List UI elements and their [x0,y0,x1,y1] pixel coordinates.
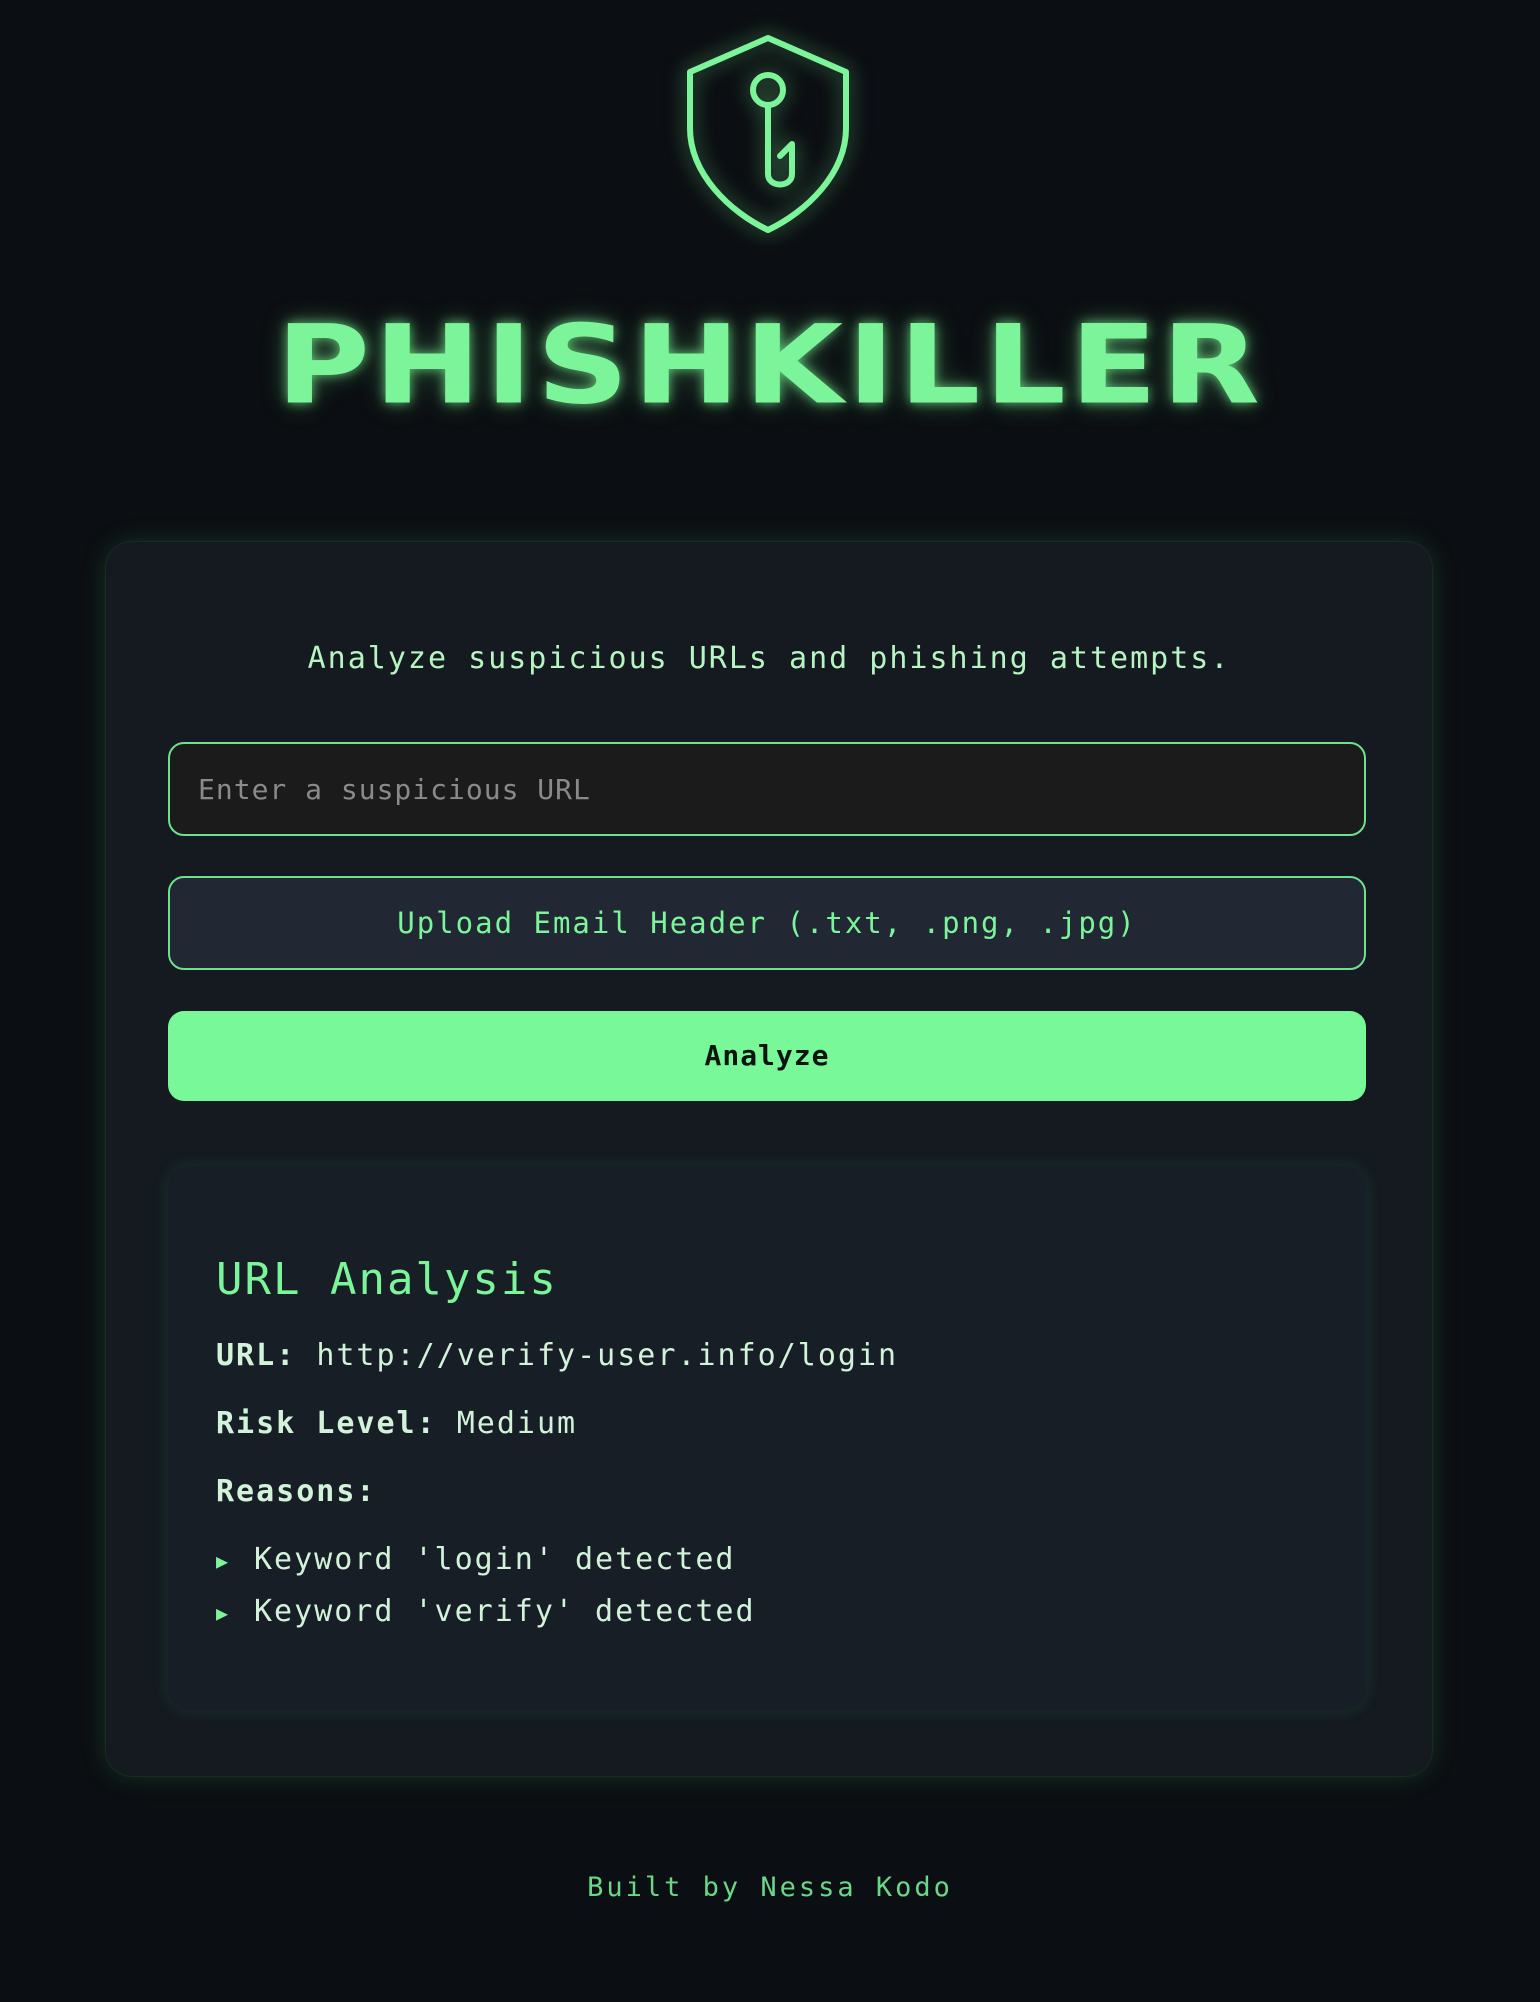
reasons-heading: Reasons: [216,1474,377,1509]
result-title: URL Analysis [216,1254,558,1305]
result-risk-row: Risk Level: Medium [216,1404,577,1444]
analyzer-card: Analyze suspicious URLs and phishing att… [106,542,1432,1776]
tagline: Analyze suspicious URLs and phishing att… [307,641,1231,676]
url-value: http://verify-user.info/login [316,1338,899,1373]
risk-label: Risk Level: [216,1406,437,1441]
triangle-bullet-icon: ▶ [216,1548,231,1573]
url-input[interactable] [168,742,1366,836]
reason-item: ▶ Keyword 'login' detected [216,1540,735,1581]
app-title: PHISHKILLER [276,302,1264,429]
result-panel: URL Analysis URL: http://verify-user.inf… [168,1166,1366,1710]
upload-email-header-button[interactable]: Upload Email Header (.txt, .png, .jpg) [168,876,1366,970]
triangle-bullet-icon: ▶ [216,1600,231,1625]
shield-fishhook-icon [687,35,849,233]
reason-item: ▶ Keyword 'verify' detected [216,1592,756,1633]
result-url-row: URL: http://verify-user.info/login [216,1336,898,1376]
footer-credit: Built by Nessa Kodo [587,1872,953,1903]
analyze-button[interactable]: Analyze [168,1011,1366,1101]
risk-value: Medium [456,1406,578,1441]
url-label: URL: [216,1338,297,1373]
